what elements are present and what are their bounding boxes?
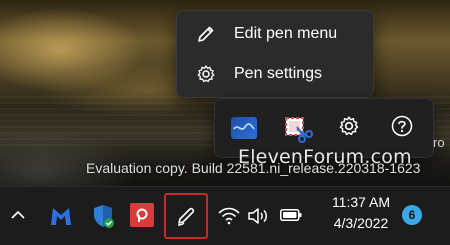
evaluation-copy-text: Evaluation copy. Build 22581.ni_release.…	[86, 160, 421, 176]
clock-date[interactable]: 4/3/2022	[326, 215, 396, 231]
gear-icon	[338, 115, 360, 142]
question-icon	[390, 114, 414, 143]
whiteboard-app-button[interactable]	[229, 113, 259, 143]
pen-icon	[177, 207, 195, 226]
chevron-up-icon	[11, 210, 25, 219]
red-app-tray-icon[interactable]	[130, 203, 154, 227]
malwarebytes-tray-icon[interactable]	[48, 203, 74, 229]
volume-icon	[248, 208, 267, 224]
pen-settings-shortcut-button[interactable]	[334, 113, 364, 143]
snipping-tool-icon	[283, 115, 313, 143]
app-icon	[136, 208, 148, 222]
volume-tray-icon[interactable]	[246, 205, 272, 227]
pen-menu-taskbar-button[interactable]	[164, 193, 208, 239]
pen-settings-label: Pen settings	[234, 65, 323, 82]
show-hidden-icons-button[interactable]	[8, 205, 28, 225]
whiteboard-icon	[231, 117, 257, 139]
network-tray-icon[interactable]	[218, 206, 240, 226]
pen-context-menu: Edit pen menu Pen settings	[176, 10, 374, 98]
snipping-tool-button[interactable]	[281, 113, 313, 143]
windows-security-icon	[94, 205, 114, 228]
gear-icon	[195, 63, 217, 85]
wifi-icon	[218, 207, 240, 225]
help-button[interactable]	[387, 113, 417, 143]
pen-settings-item[interactable]: Pen settings	[183, 57, 367, 91]
windows-security-tray-icon[interactable]	[90, 202, 116, 230]
taskbar: 11:37 AM 4/3/2022 6	[0, 186, 450, 245]
battery-icon	[280, 209, 302, 221]
clock-time[interactable]: 11:37 AM	[326, 194, 396, 210]
pencil-icon	[195, 23, 217, 45]
notification-badge[interactable]: 6	[402, 205, 422, 225]
battery-tray-icon[interactable]	[280, 208, 302, 222]
edit-pen-menu-label: Edit pen menu	[234, 25, 338, 42]
malwarebytes-icon	[51, 208, 71, 225]
edit-pen-menu-item[interactable]: Edit pen menu	[183, 17, 367, 51]
partial-watermark-text: ro	[433, 135, 445, 150]
